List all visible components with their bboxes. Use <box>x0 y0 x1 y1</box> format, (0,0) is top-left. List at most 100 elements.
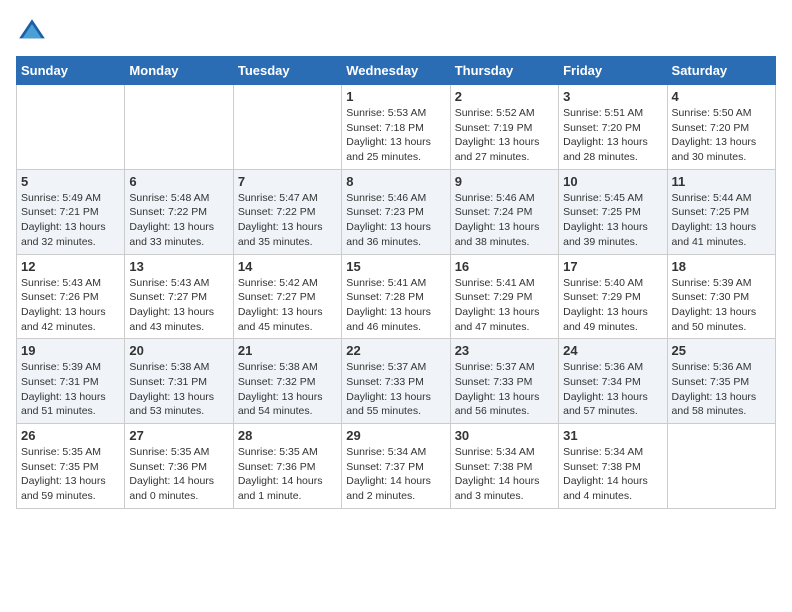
week-row-2: 5 Sunrise: 5:49 AM Sunset: 7:21 PM Daylig… <box>17 169 776 254</box>
calendar-cell: 9 Sunrise: 5:46 AM Sunset: 7:24 PM Daylig… <box>450 169 558 254</box>
day-info: Sunrise: 5:37 AM Sunset: 7:33 PM Dayligh… <box>346 360 445 419</box>
day-info: Sunrise: 5:35 AM Sunset: 7:36 PM Dayligh… <box>129 445 228 504</box>
calendar-cell: 23 Sunrise: 5:37 AM Sunset: 7:33 PM Dayli… <box>450 339 558 424</box>
day-info: Sunrise: 5:34 AM Sunset: 7:37 PM Dayligh… <box>346 445 445 504</box>
day-header-thursday: Thursday <box>450 57 558 85</box>
day-number: 20 <box>129 343 228 358</box>
day-header-friday: Friday <box>559 57 667 85</box>
day-number: 9 <box>455 174 554 189</box>
day-info: Sunrise: 5:53 AM Sunset: 7:18 PM Dayligh… <box>346 106 445 165</box>
day-number: 11 <box>672 174 771 189</box>
day-number: 21 <box>238 343 337 358</box>
day-number: 2 <box>455 89 554 104</box>
day-number: 17 <box>563 259 662 274</box>
day-number: 31 <box>563 428 662 443</box>
day-info: Sunrise: 5:46 AM Sunset: 7:23 PM Dayligh… <box>346 191 445 250</box>
day-number: 1 <box>346 89 445 104</box>
calendar-cell: 6 Sunrise: 5:48 AM Sunset: 7:22 PM Daylig… <box>125 169 233 254</box>
calendar-cell: 16 Sunrise: 5:41 AM Sunset: 7:29 PM Dayli… <box>450 254 558 339</box>
day-header-tuesday: Tuesday <box>233 57 341 85</box>
day-info: Sunrise: 5:49 AM Sunset: 7:21 PM Dayligh… <box>21 191 120 250</box>
day-info: Sunrise: 5:47 AM Sunset: 7:22 PM Dayligh… <box>238 191 337 250</box>
day-header-sunday: Sunday <box>17 57 125 85</box>
day-number: 7 <box>238 174 337 189</box>
calendar-cell: 14Sunrise: 5:42 AM Sunset: 7:27 PM Dayli… <box>233 254 341 339</box>
day-number: 15 <box>346 259 445 274</box>
day-number: 3 <box>563 89 662 104</box>
day-info: Sunrise: 5:44 AM Sunset: 7:25 PM Dayligh… <box>672 191 771 250</box>
day-number: 5 <box>21 174 120 189</box>
calendar-cell: 20 Sunrise: 5:38 AM Sunset: 7:31 PM Dayli… <box>125 339 233 424</box>
day-info: Sunrise: 5:38 AM Sunset: 7:31 PM Dayligh… <box>129 360 228 419</box>
calendar-cell: 25 Sunrise: 5:36 AM Sunset: 7:35 PM Dayli… <box>667 339 775 424</box>
week-row-1: 1 Sunrise: 5:53 AM Sunset: 7:18 PM Daylig… <box>17 85 776 170</box>
calendar-cell: 4 Sunrise: 5:50 AM Sunset: 7:20 PM Daylig… <box>667 85 775 170</box>
day-info: Sunrise: 5:52 AM Sunset: 7:19 PM Dayligh… <box>455 106 554 165</box>
day-header-saturday: Saturday <box>667 57 775 85</box>
day-info: Sunrise: 5:37 AM Sunset: 7:33 PM Dayligh… <box>455 360 554 419</box>
day-info: Sunrise: 5:50 AM Sunset: 7:20 PM Dayligh… <box>672 106 771 165</box>
day-number: 8 <box>346 174 445 189</box>
day-info: Sunrise: 5:42 AM Sunset: 7:27 PM Dayligh… <box>238 276 337 335</box>
day-info: Sunrise: 5:39 AM Sunset: 7:30 PM Dayligh… <box>672 276 771 335</box>
day-info: Sunrise: 5:34 AM Sunset: 7:38 PM Dayligh… <box>455 445 554 504</box>
calendar-cell: 2 Sunrise: 5:52 AM Sunset: 7:19 PM Daylig… <box>450 85 558 170</box>
calendar-cell: 19 Sunrise: 5:39 AM Sunset: 7:31 PM Dayli… <box>17 339 125 424</box>
day-number: 16 <box>455 259 554 274</box>
day-number: 30 <box>455 428 554 443</box>
calendar-cell: 29 Sunrise: 5:34 AM Sunset: 7:37 PM Dayli… <box>342 424 450 509</box>
calendar-cell <box>17 85 125 170</box>
day-number: 26 <box>21 428 120 443</box>
day-number: 12 <box>21 259 120 274</box>
day-info: Sunrise: 5:38 AM Sunset: 7:32 PM Dayligh… <box>238 360 337 419</box>
day-number: 22 <box>346 343 445 358</box>
day-number: 6 <box>129 174 228 189</box>
calendar-cell: 31 Sunrise: 5:34 AM Sunset: 7:38 PM Dayli… <box>559 424 667 509</box>
week-row-3: 12 Sunrise: 5:43 AM Sunset: 7:26 PM Dayli… <box>17 254 776 339</box>
day-number: 23 <box>455 343 554 358</box>
day-number: 4 <box>672 89 771 104</box>
calendar-cell: 12 Sunrise: 5:43 AM Sunset: 7:26 PM Dayli… <box>17 254 125 339</box>
calendar-cell: 22 Sunrise: 5:37 AM Sunset: 7:33 PM Dayli… <box>342 339 450 424</box>
calendar-cell: 27Sunrise: 5:35 AM Sunset: 7:36 PM Dayli… <box>125 424 233 509</box>
day-number: 10 <box>563 174 662 189</box>
calendar-header-row: SundayMondayTuesdayWednesdayThursdayFrid… <box>17 57 776 85</box>
calendar-cell <box>125 85 233 170</box>
day-number: 18 <box>672 259 771 274</box>
page-header <box>16 16 776 48</box>
calendar-cell: 8 Sunrise: 5:46 AM Sunset: 7:23 PM Daylig… <box>342 169 450 254</box>
day-number: 28 <box>238 428 337 443</box>
day-number: 24 <box>563 343 662 358</box>
calendar-cell: 24Sunrise: 5:36 AM Sunset: 7:34 PM Dayli… <box>559 339 667 424</box>
day-info: Sunrise: 5:46 AM Sunset: 7:24 PM Dayligh… <box>455 191 554 250</box>
calendar-cell: 11 Sunrise: 5:44 AM Sunset: 7:25 PM Dayli… <box>667 169 775 254</box>
calendar-cell: 17Sunrise: 5:40 AM Sunset: 7:29 PM Dayli… <box>559 254 667 339</box>
calendar-cell: 1 Sunrise: 5:53 AM Sunset: 7:18 PM Daylig… <box>342 85 450 170</box>
calendar-cell: 5 Sunrise: 5:49 AM Sunset: 7:21 PM Daylig… <box>17 169 125 254</box>
week-row-5: 26 Sunrise: 5:35 AM Sunset: 7:35 PM Dayli… <box>17 424 776 509</box>
day-number: 25 <box>672 343 771 358</box>
calendar-cell: 13 Sunrise: 5:43 AM Sunset: 7:27 PM Dayli… <box>125 254 233 339</box>
day-number: 13 <box>129 259 228 274</box>
day-header-wednesday: Wednesday <box>342 57 450 85</box>
day-info: Sunrise: 5:36 AM Sunset: 7:35 PM Dayligh… <box>672 360 771 419</box>
day-info: Sunrise: 5:35 AM Sunset: 7:35 PM Dayligh… <box>21 445 120 504</box>
day-info: Sunrise: 5:41 AM Sunset: 7:28 PM Dayligh… <box>346 276 445 335</box>
day-number: 29 <box>346 428 445 443</box>
calendar-cell <box>667 424 775 509</box>
day-info: Sunrise: 5:51 AM Sunset: 7:20 PM Dayligh… <box>563 106 662 165</box>
calendar-cell: 30 Sunrise: 5:34 AM Sunset: 7:38 PM Dayli… <box>450 424 558 509</box>
day-info: Sunrise: 5:41 AM Sunset: 7:29 PM Dayligh… <box>455 276 554 335</box>
day-info: Sunrise: 5:39 AM Sunset: 7:31 PM Dayligh… <box>21 360 120 419</box>
day-info: Sunrise: 5:45 AM Sunset: 7:25 PM Dayligh… <box>563 191 662 250</box>
day-info: Sunrise: 5:35 AM Sunset: 7:36 PM Dayligh… <box>238 445 337 504</box>
calendar-cell: 10 Sunrise: 5:45 AM Sunset: 7:25 PM Dayli… <box>559 169 667 254</box>
calendar-cell: 28 Sunrise: 5:35 AM Sunset: 7:36 PM Dayli… <box>233 424 341 509</box>
day-info: Sunrise: 5:43 AM Sunset: 7:26 PM Dayligh… <box>21 276 120 335</box>
day-info: Sunrise: 5:48 AM Sunset: 7:22 PM Dayligh… <box>129 191 228 250</box>
day-info: Sunrise: 5:43 AM Sunset: 7:27 PM Dayligh… <box>129 276 228 335</box>
day-number: 19 <box>21 343 120 358</box>
calendar-cell: 7 Sunrise: 5:47 AM Sunset: 7:22 PM Daylig… <box>233 169 341 254</box>
calendar-cell: 26 Sunrise: 5:35 AM Sunset: 7:35 PM Dayli… <box>17 424 125 509</box>
day-info: Sunrise: 5:34 AM Sunset: 7:38 PM Dayligh… <box>563 445 662 504</box>
